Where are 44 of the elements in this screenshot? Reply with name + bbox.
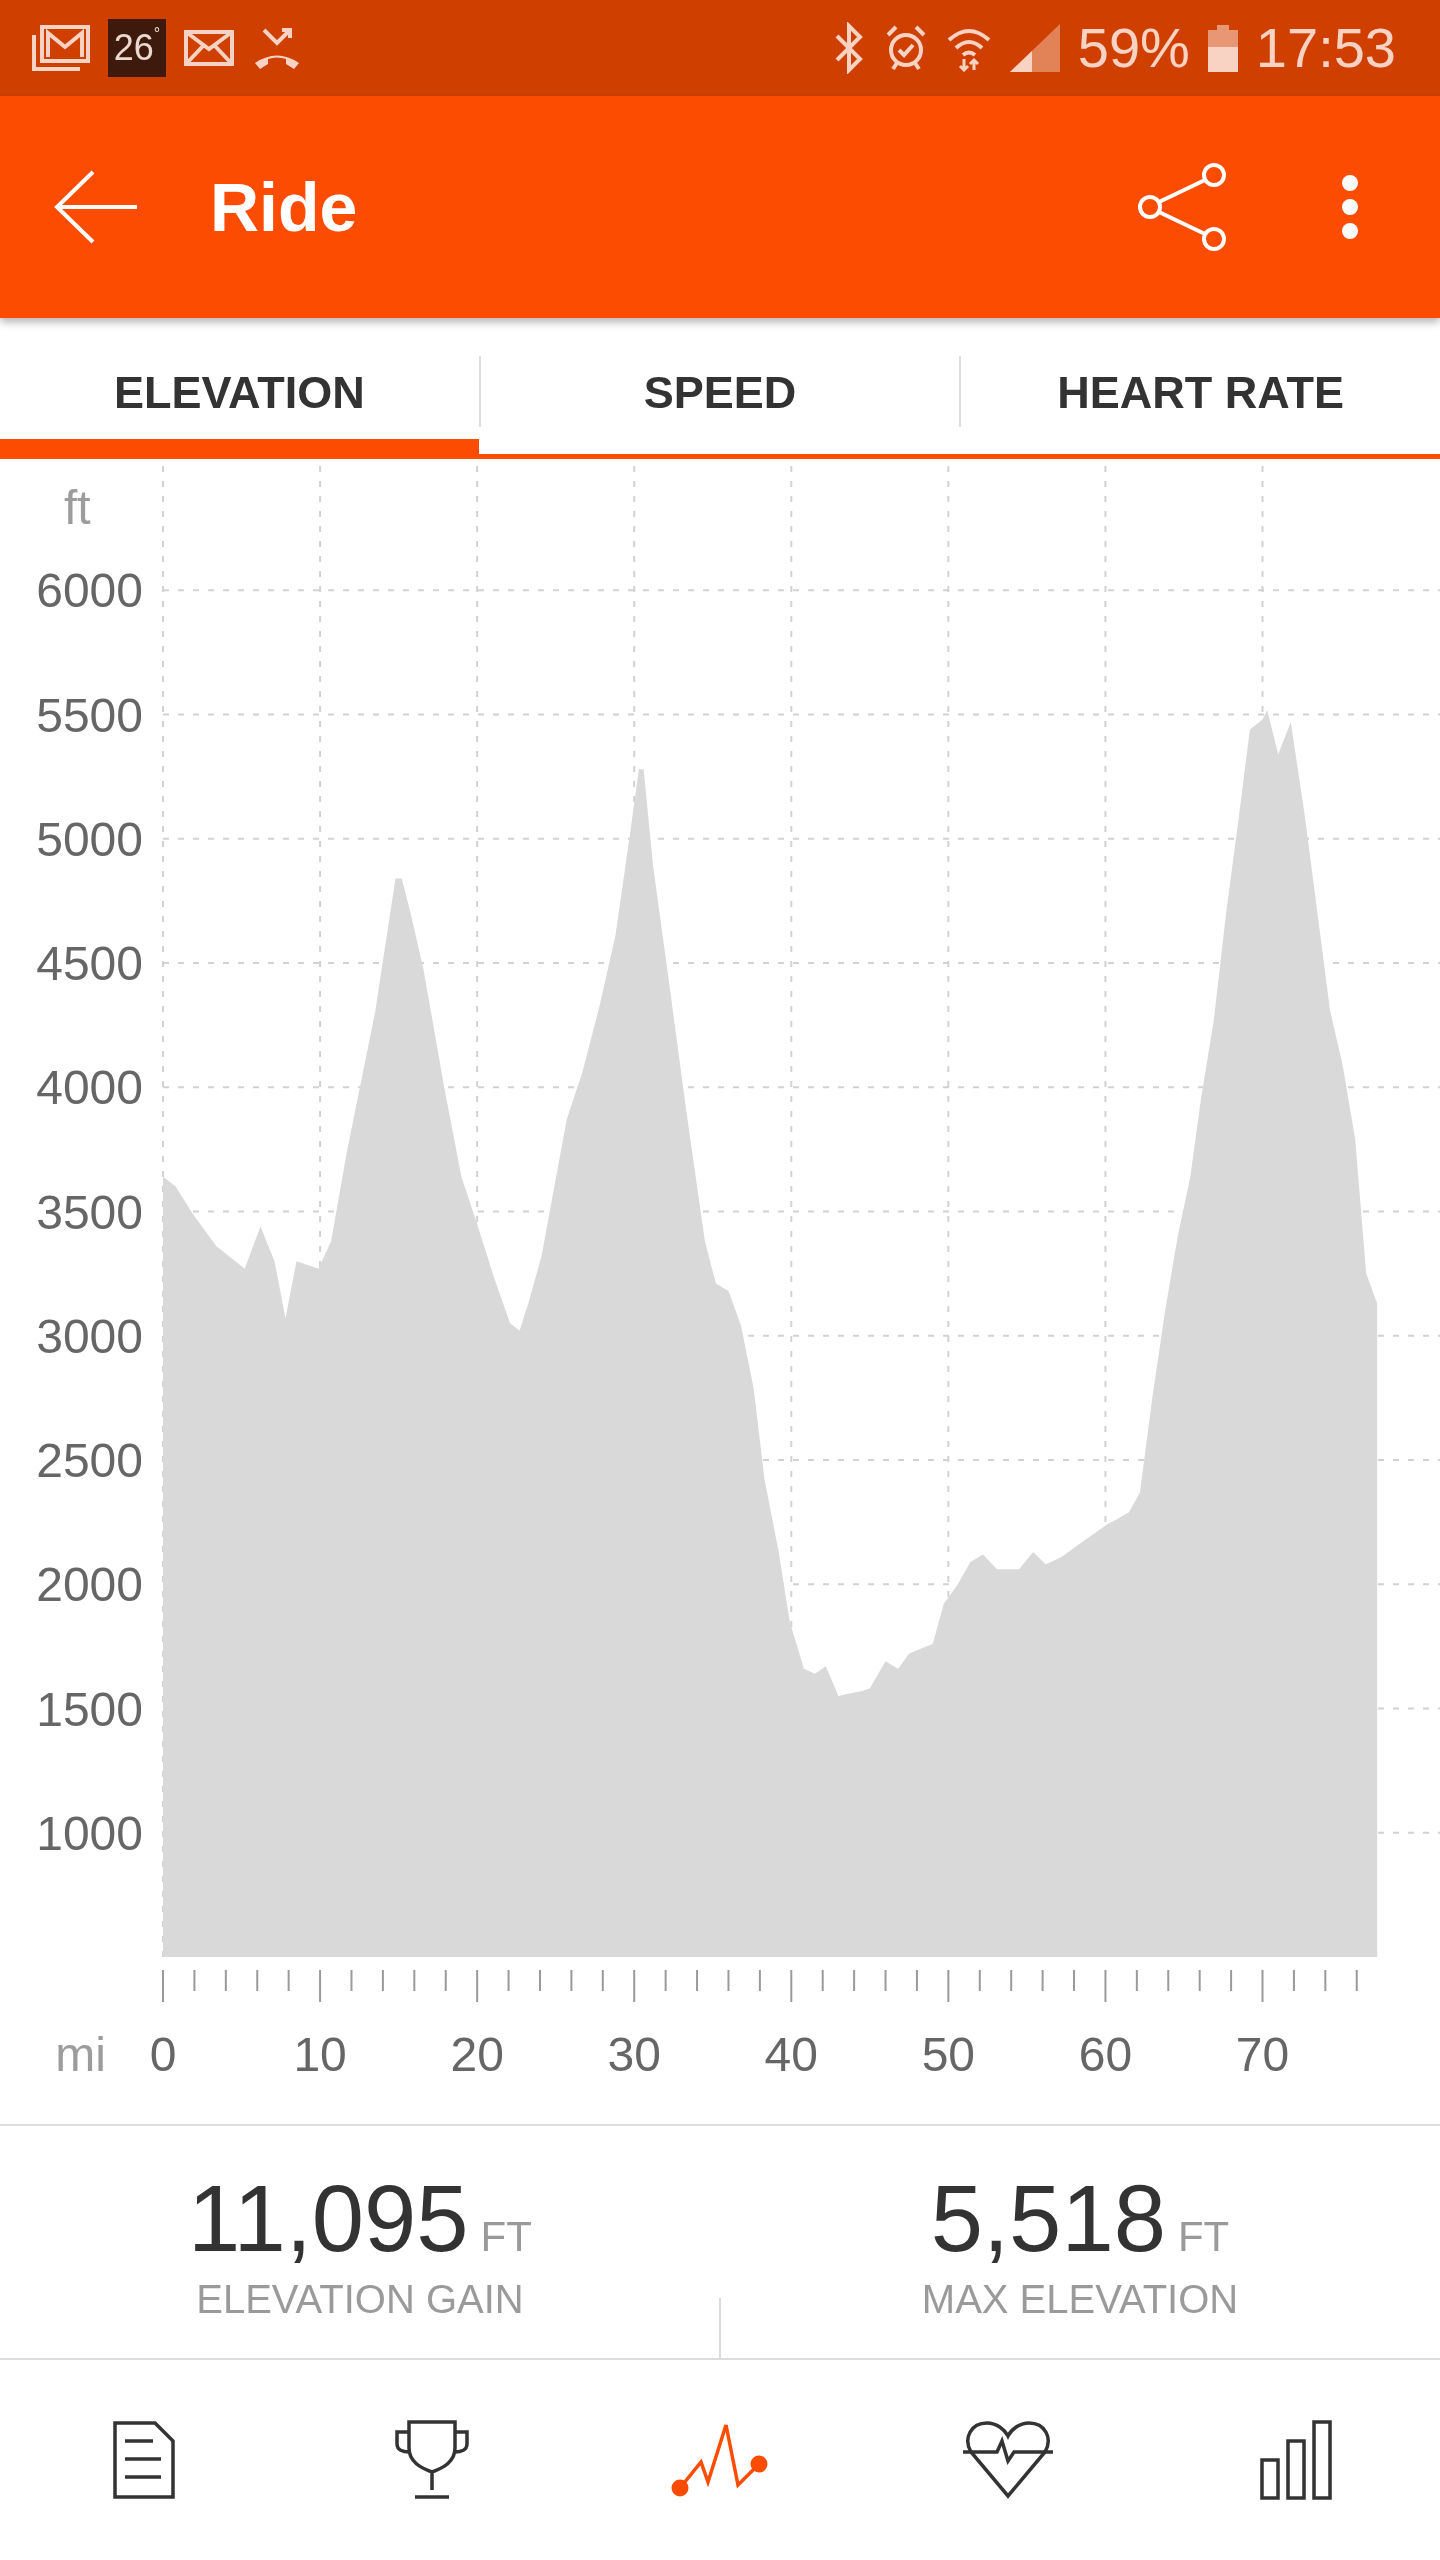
bar-chart-icon[interactable] [1260,2420,1332,2500]
mail-stack-icon [32,25,90,71]
clock-time: 17:53 [1255,20,1396,76]
signal-icon [1009,24,1060,72]
y-axis-label: 1500 [36,1682,143,1736]
x-axis-label: 20 [450,2028,504,2081]
y-axis-label: 2000 [36,1558,143,1612]
x-axis-label: 0 [149,2028,177,2081]
stat-label: ELEVATION GAIN [196,2279,524,2319]
y-axis-label: 5500 [36,688,143,742]
share-icon[interactable] [1137,162,1227,252]
unit-label: FT [480,2216,532,2258]
line-graph-icon[interactable] [671,2422,769,2498]
stat-value: 5,518 [930,2172,1166,2266]
x-axis-label: 30 [607,2028,661,2081]
x-axis-label: 50 [921,2028,976,2081]
x-axis-label: 60 [1078,2028,1133,2081]
more-menu-icon[interactable] [1340,175,1360,239]
y-axis-unit: ft [64,481,91,534]
y-axis-label: 4500 [36,937,143,990]
y-axis-label: 5000 [36,812,143,866]
y-axis-label: 2500 [36,1434,143,1487]
temperature-badge: 26$^{°}$ [108,19,166,77]
y-axis-label: 3000 [36,1309,143,1363]
unit-label: FT [1177,2216,1230,2258]
stat-label: MAX ELEVATION [921,2279,1239,2319]
trophy-icon[interactable] [393,2420,471,2500]
phone-arrow-icon [252,26,302,70]
back-icon[interactable] [53,170,139,244]
y-axis-label: 3500 [36,1185,143,1239]
y-axis-label: 1000 [36,1806,143,1860]
x-axis-label: 10 [293,2028,347,2081]
battery-percent: 59% [1077,20,1190,76]
stat-value: 11,095 [188,2172,469,2266]
envelope-icon [184,30,234,66]
x-axis-unit: mi [55,2028,106,2081]
x-axis-label: 40 [764,2028,818,2081]
document-icon[interactable] [113,2421,175,2499]
y-axis-label: 4000 [36,1061,143,1115]
heart-pulse-icon[interactable] [961,2420,1055,2500]
screen-title: Ride [210,173,358,241]
y-axis-label: 6000 [36,564,143,618]
x-axis-label: 70 [1235,2028,1290,2081]
battery-icon [1207,24,1238,72]
